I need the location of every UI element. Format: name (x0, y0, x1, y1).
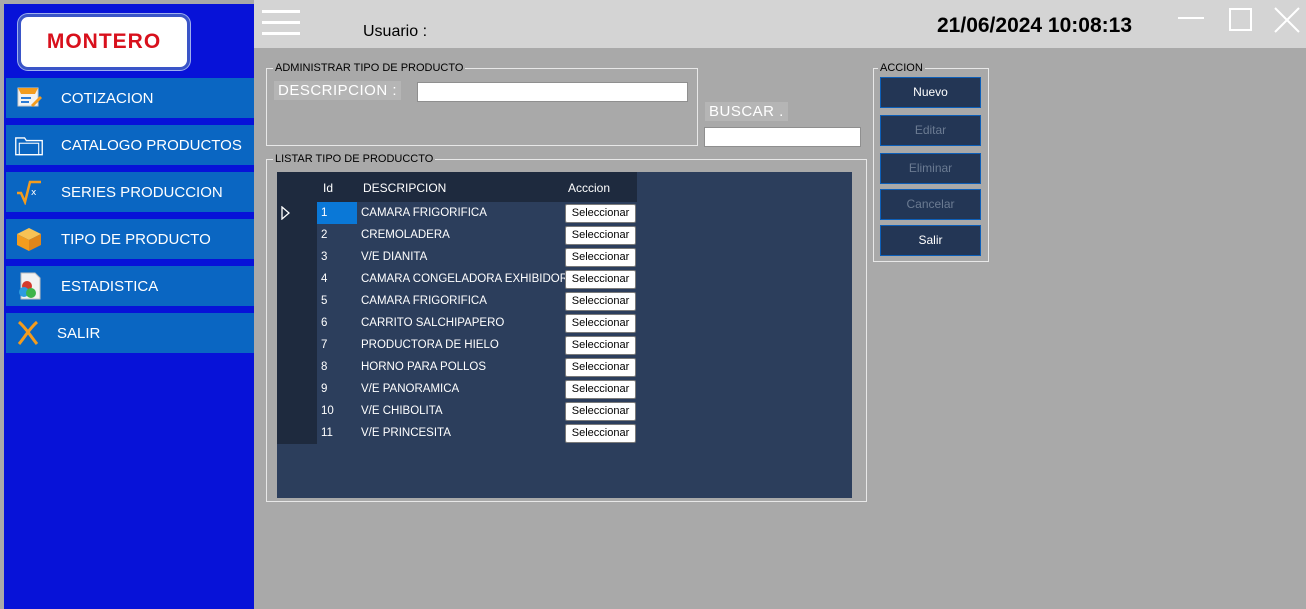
table-row[interactable]: 5 CAMARA FRIGORIFICA Seleccionar (317, 290, 637, 312)
table-row[interactable]: 2 CREMOLADERA Seleccionar (317, 224, 637, 246)
table-row[interactable]: 4 CAMARA CONGELADORA EXHIBIDORA Seleccio… (317, 268, 637, 290)
table-row[interactable]: 8 HORNO PARA POLLOS Seleccionar (317, 356, 637, 378)
select-button[interactable]: Seleccionar (565, 204, 636, 223)
table-row[interactable]: 7 PRODUCTORA DE HIELO Seleccionar (317, 334, 637, 356)
eliminar-button[interactable]: Eliminar (880, 153, 981, 184)
cell-id: 8 (321, 361, 328, 373)
sidebar-item-label: TIPO DE PRODUCTO (61, 231, 211, 248)
cell-descripcion: V/E PANORAMICA (361, 383, 460, 395)
cell-id: 4 (321, 273, 328, 285)
brand-logo: MONTERO (18, 14, 190, 70)
cell-id: 6 (321, 317, 328, 329)
cell-id: 1 (321, 207, 328, 219)
description-label: DESCRIPCION : (274, 81, 402, 100)
nuevo-button[interactable]: Nuevo (880, 77, 981, 108)
search-label: BUSCAR . (705, 102, 788, 121)
chart-document-icon (14, 272, 44, 300)
minimize-icon[interactable] (1176, 6, 1206, 36)
table-row[interactable]: 6 CARRITO SALCHIPAPERO Seleccionar (317, 312, 637, 334)
search-input[interactable] (704, 127, 861, 147)
product-type-grid[interactable]: Id DESCRIPCION Acccion 1 CAMARA FRIGORIF… (277, 172, 852, 498)
table-row[interactable]: 3 V/E DIANITA Seleccionar (317, 246, 637, 268)
sidebar-item-salir[interactable]: SALIR (6, 313, 254, 353)
description-input[interactable] (417, 82, 688, 102)
cell-descripcion: CAMARA FRIGORIFICA (361, 295, 487, 307)
admin-group: ADMINISTRAR TIPO DE PRODUCTO (266, 62, 698, 146)
action-group-title: ACCION (878, 62, 925, 74)
sidebar-item-cotizacion[interactable]: COTIZACION (6, 78, 254, 118)
svg-text:x: x (31, 188, 37, 198)
header-bar: Usuario : 21/06/2024 10:08:13 (254, 0, 1306, 48)
sidebar-item-label: COTIZACION (61, 90, 154, 107)
cell-id: 2 (321, 229, 328, 241)
select-button[interactable]: Seleccionar (565, 424, 636, 443)
cell-descripcion: HORNO PARA POLLOS (361, 361, 487, 373)
sidebar-item-catalogo-productos[interactable]: CATALOGO PRODUCTOS (6, 125, 254, 165)
menu-icon[interactable] (262, 10, 300, 38)
cell-id: 10 (321, 405, 334, 417)
table-row[interactable]: 1 CAMARA FRIGORIFICA Seleccionar (317, 202, 637, 224)
cell-id: 7 (321, 339, 328, 351)
list-group-title: LISTAR TIPO DE PRODUCCTO (273, 153, 436, 165)
select-button[interactable]: Seleccionar (565, 402, 636, 421)
admin-group-title: ADMINISTRAR TIPO DE PRODUCTO (273, 62, 466, 74)
sidebar-item-label: SERIES PRODUCCION (61, 184, 223, 201)
table-row[interactable]: 11 V/E PRINCESITA Seleccionar (317, 422, 637, 444)
salir-button[interactable]: Salir (880, 225, 981, 256)
select-button[interactable]: Seleccionar (565, 292, 636, 311)
cell-id: 3 (321, 251, 328, 263)
sidebar-item-label: CATALOGO PRODUCTOS (61, 137, 242, 154)
cell-descripcion: CARRITO SALCHIPAPERO (361, 317, 505, 329)
cell-descripcion: V/E DIANITA (361, 251, 428, 263)
select-button[interactable]: Seleccionar (565, 248, 636, 267)
editar-button[interactable]: Editar (880, 115, 981, 146)
column-header-accion[interactable]: Acccion (568, 181, 610, 195)
select-button[interactable]: Seleccionar (565, 226, 636, 245)
grid-header: Id DESCRIPCION Acccion (277, 172, 637, 202)
app-window: MONTERO COTIZACION CATALOGO PRODUCTOS x … (0, 0, 1306, 609)
table-row[interactable]: 10 V/E CHIBOLITA Seleccionar (317, 400, 637, 422)
maximize-icon[interactable] (1226, 6, 1256, 36)
cell-descripcion: V/E CHIBOLITA (361, 405, 443, 417)
cell-descripcion: CAMARA FRIGORIFICA (361, 207, 487, 219)
box-icon (14, 225, 44, 253)
logo-text: MONTERO (46, 30, 162, 53)
select-button[interactable]: Seleccionar (565, 314, 636, 333)
cell-descripcion: CREMOLADERA (361, 229, 450, 241)
folder-icon (14, 131, 44, 159)
column-header-descripcion[interactable]: DESCRIPCION (363, 181, 446, 195)
cell-id: 11 (321, 427, 333, 439)
datetime-display: 21/06/2024 10:08:13 (937, 14, 1132, 37)
row-header-column (277, 202, 317, 444)
cell-descripcion: CAMARA CONGELADORA EXHIBIDORA (361, 273, 576, 285)
close-icon[interactable] (1272, 6, 1302, 36)
select-button[interactable]: Seleccionar (565, 336, 636, 355)
sidebar-item-label: ESTADISTICA (61, 278, 159, 295)
cell-descripcion: PRODUCTORA DE HIELO (361, 339, 499, 351)
cell-descripcion: V/E PRINCESITA (361, 427, 451, 439)
exit-icon (14, 319, 44, 347)
sidebar-item-tipo-de-producto[interactable]: TIPO DE PRODUCTO (6, 219, 254, 259)
cancelar-button[interactable]: Cancelar (880, 189, 981, 220)
select-button[interactable]: Seleccionar (565, 270, 636, 289)
sidebar-item-label: SALIR (57, 325, 101, 342)
select-button[interactable]: Seleccionar (565, 380, 636, 399)
current-row-arrow-icon (281, 205, 291, 221)
select-button[interactable]: Seleccionar (565, 358, 636, 377)
sidebar: MONTERO COTIZACION CATALOGO PRODUCTOS x … (4, 4, 254, 609)
quote-icon (14, 84, 44, 112)
table-row[interactable]: 9 V/E PANORAMICA Seleccionar (317, 378, 637, 400)
cell-id: 5 (321, 295, 328, 307)
formula-icon: x (14, 178, 44, 206)
user-label: Usuario : (363, 23, 428, 40)
sidebar-item-estadistica[interactable]: ESTADISTICA (6, 266, 254, 306)
sidebar-item-series-produccion[interactable]: x SERIES PRODUCCION (6, 172, 254, 212)
column-header-id[interactable]: Id (323, 181, 333, 195)
cell-id: 9 (321, 383, 328, 395)
